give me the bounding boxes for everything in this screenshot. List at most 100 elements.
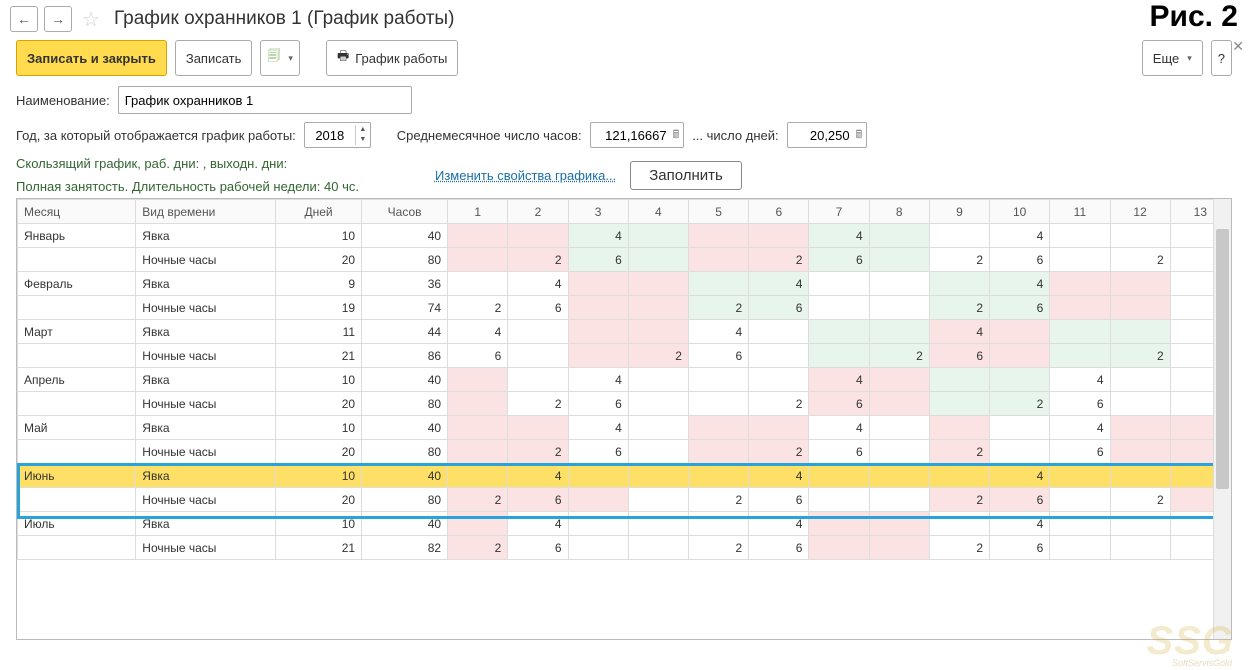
cell-day[interactable]	[688, 272, 748, 296]
cell-day[interactable]	[990, 416, 1050, 440]
cell-day[interactable]	[628, 488, 688, 512]
cell-day[interactable]	[1050, 512, 1110, 536]
cell-day[interactable]	[628, 536, 688, 560]
cell-day[interactable]	[688, 416, 748, 440]
cell-day[interactable]	[1110, 536, 1170, 560]
cell-day[interactable]	[1110, 416, 1170, 440]
cell-days[interactable]: 10	[276, 368, 362, 392]
table-row[interactable]: МартЯвка11444444	[18, 320, 1231, 344]
col-day-7[interactable]: 7	[809, 200, 869, 224]
cell-day[interactable]: 2	[1110, 344, 1170, 368]
cell-day[interactable]	[448, 248, 508, 272]
cell-day[interactable]	[508, 416, 568, 440]
cell-day[interactable]	[628, 272, 688, 296]
cell-day[interactable]: 4	[749, 272, 809, 296]
cell-day[interactable]: 4	[1050, 416, 1110, 440]
cell-day[interactable]	[749, 344, 809, 368]
cell-day[interactable]: 4	[929, 320, 989, 344]
cell-day[interactable]: 4	[508, 464, 568, 488]
cell-day[interactable]	[809, 320, 869, 344]
cell-day[interactable]	[869, 536, 929, 560]
cell-day[interactable]	[1110, 392, 1170, 416]
cell-day[interactable]	[688, 392, 748, 416]
cell-day[interactable]	[929, 272, 989, 296]
scroll-thumb[interactable]	[1216, 229, 1229, 489]
cell-kind[interactable]: Явка	[136, 272, 276, 296]
cell-kind[interactable]: Ночные часы	[136, 440, 276, 464]
cell-day[interactable]	[688, 368, 748, 392]
table-row[interactable]: АпрельЯвка1040444	[18, 368, 1231, 392]
favorite-star-icon[interactable]: ☆	[78, 7, 104, 32]
cell-day[interactable]: 2	[508, 392, 568, 416]
cell-day[interactable]	[1110, 296, 1170, 320]
cell-day[interactable]	[809, 272, 869, 296]
cell-day[interactable]	[809, 488, 869, 512]
cell-day[interactable]	[628, 296, 688, 320]
cell-day[interactable]: 2	[1110, 488, 1170, 512]
cell-day[interactable]	[688, 224, 748, 248]
cell-day[interactable]: 2	[929, 248, 989, 272]
cell-day[interactable]	[508, 344, 568, 368]
cell-day[interactable]	[809, 296, 869, 320]
cell-day[interactable]	[628, 440, 688, 464]
cell-day[interactable]	[990, 368, 1050, 392]
cell-day[interactable]	[1110, 224, 1170, 248]
cell-day[interactable]	[1050, 488, 1110, 512]
table-row[interactable]: ИюльЯвка1040444	[18, 512, 1231, 536]
cell-day[interactable]: 2	[749, 392, 809, 416]
cell-day[interactable]	[568, 344, 628, 368]
cell-day[interactable]: 6	[809, 392, 869, 416]
cell-hours[interactable]: 80	[362, 248, 448, 272]
cell-month[interactable]	[18, 440, 136, 464]
cell-day[interactable]: 4	[990, 464, 1050, 488]
year-spinner[interactable]: ▲▼	[304, 122, 371, 148]
cell-day[interactable]	[568, 512, 628, 536]
cell-day[interactable]: 6	[990, 248, 1050, 272]
cell-day[interactable]: 4	[809, 224, 869, 248]
cell-day[interactable]	[869, 272, 929, 296]
cell-kind[interactable]: Ночные часы	[136, 488, 276, 512]
attach-menu-button[interactable]: 🗐 ▾	[260, 40, 300, 76]
cell-day[interactable]: 4	[990, 272, 1050, 296]
cell-kind[interactable]: Явка	[136, 464, 276, 488]
cell-day[interactable]	[688, 440, 748, 464]
cell-hours[interactable]: 86	[362, 344, 448, 368]
cell-day[interactable]	[1110, 464, 1170, 488]
cell-day[interactable]	[448, 440, 508, 464]
cell-day[interactable]: 2	[448, 536, 508, 560]
cell-day[interactable]	[568, 536, 628, 560]
cell-hours[interactable]: 74	[362, 296, 448, 320]
cell-day[interactable]	[1050, 464, 1110, 488]
cell-day[interactable]	[1050, 272, 1110, 296]
cell-day[interactable]: 4	[508, 272, 568, 296]
cell-day[interactable]	[1110, 320, 1170, 344]
cell-hours[interactable]: 80	[362, 488, 448, 512]
cell-day[interactable]: 2	[749, 248, 809, 272]
fill-button[interactable]: Заполнить	[630, 161, 742, 190]
cell-day[interactable]	[688, 248, 748, 272]
cell-hours[interactable]: 40	[362, 368, 448, 392]
col-day-11[interactable]: 11	[1050, 200, 1110, 224]
cell-days[interactable]: 10	[276, 512, 362, 536]
col-month[interactable]: Месяц	[18, 200, 136, 224]
cell-day[interactable]: 2	[508, 440, 568, 464]
col-day-3[interactable]: 3	[568, 200, 628, 224]
cell-day[interactable]	[448, 272, 508, 296]
cell-day[interactable]: 2	[929, 536, 989, 560]
cell-day[interactable]	[568, 320, 628, 344]
cell-day[interactable]	[448, 224, 508, 248]
cell-day[interactable]: 2	[688, 296, 748, 320]
year-input[interactable]	[305, 123, 355, 147]
table-row[interactable]: Ночные часы208026262626	[18, 488, 1231, 512]
cell-kind[interactable]: Явка	[136, 320, 276, 344]
days-input[interactable]	[792, 127, 852, 144]
cell-hours[interactable]: 40	[362, 464, 448, 488]
cell-day[interactable]: 6	[1050, 392, 1110, 416]
cell-day[interactable]: 2	[929, 440, 989, 464]
cell-hours[interactable]: 80	[362, 440, 448, 464]
table-row[interactable]: Ночные часы21822626262	[18, 536, 1231, 560]
cell-day[interactable]	[869, 440, 929, 464]
cell-day[interactable]	[749, 416, 809, 440]
cell-kind[interactable]: Ночные часы	[136, 536, 276, 560]
save-button[interactable]: Записать	[175, 40, 253, 76]
